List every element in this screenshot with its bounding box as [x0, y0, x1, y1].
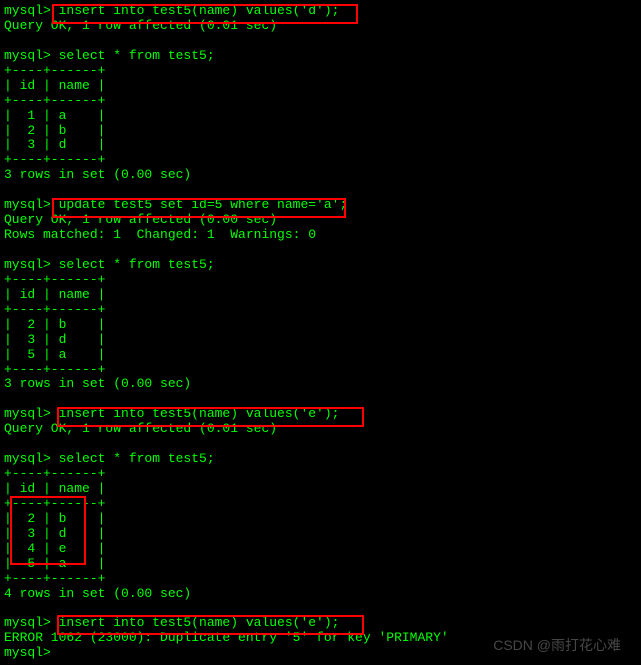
terminal-output: mysql> insert into test5(name) values('d…: [4, 4, 637, 661]
watermark: CSDN @雨打花心难: [493, 637, 621, 653]
